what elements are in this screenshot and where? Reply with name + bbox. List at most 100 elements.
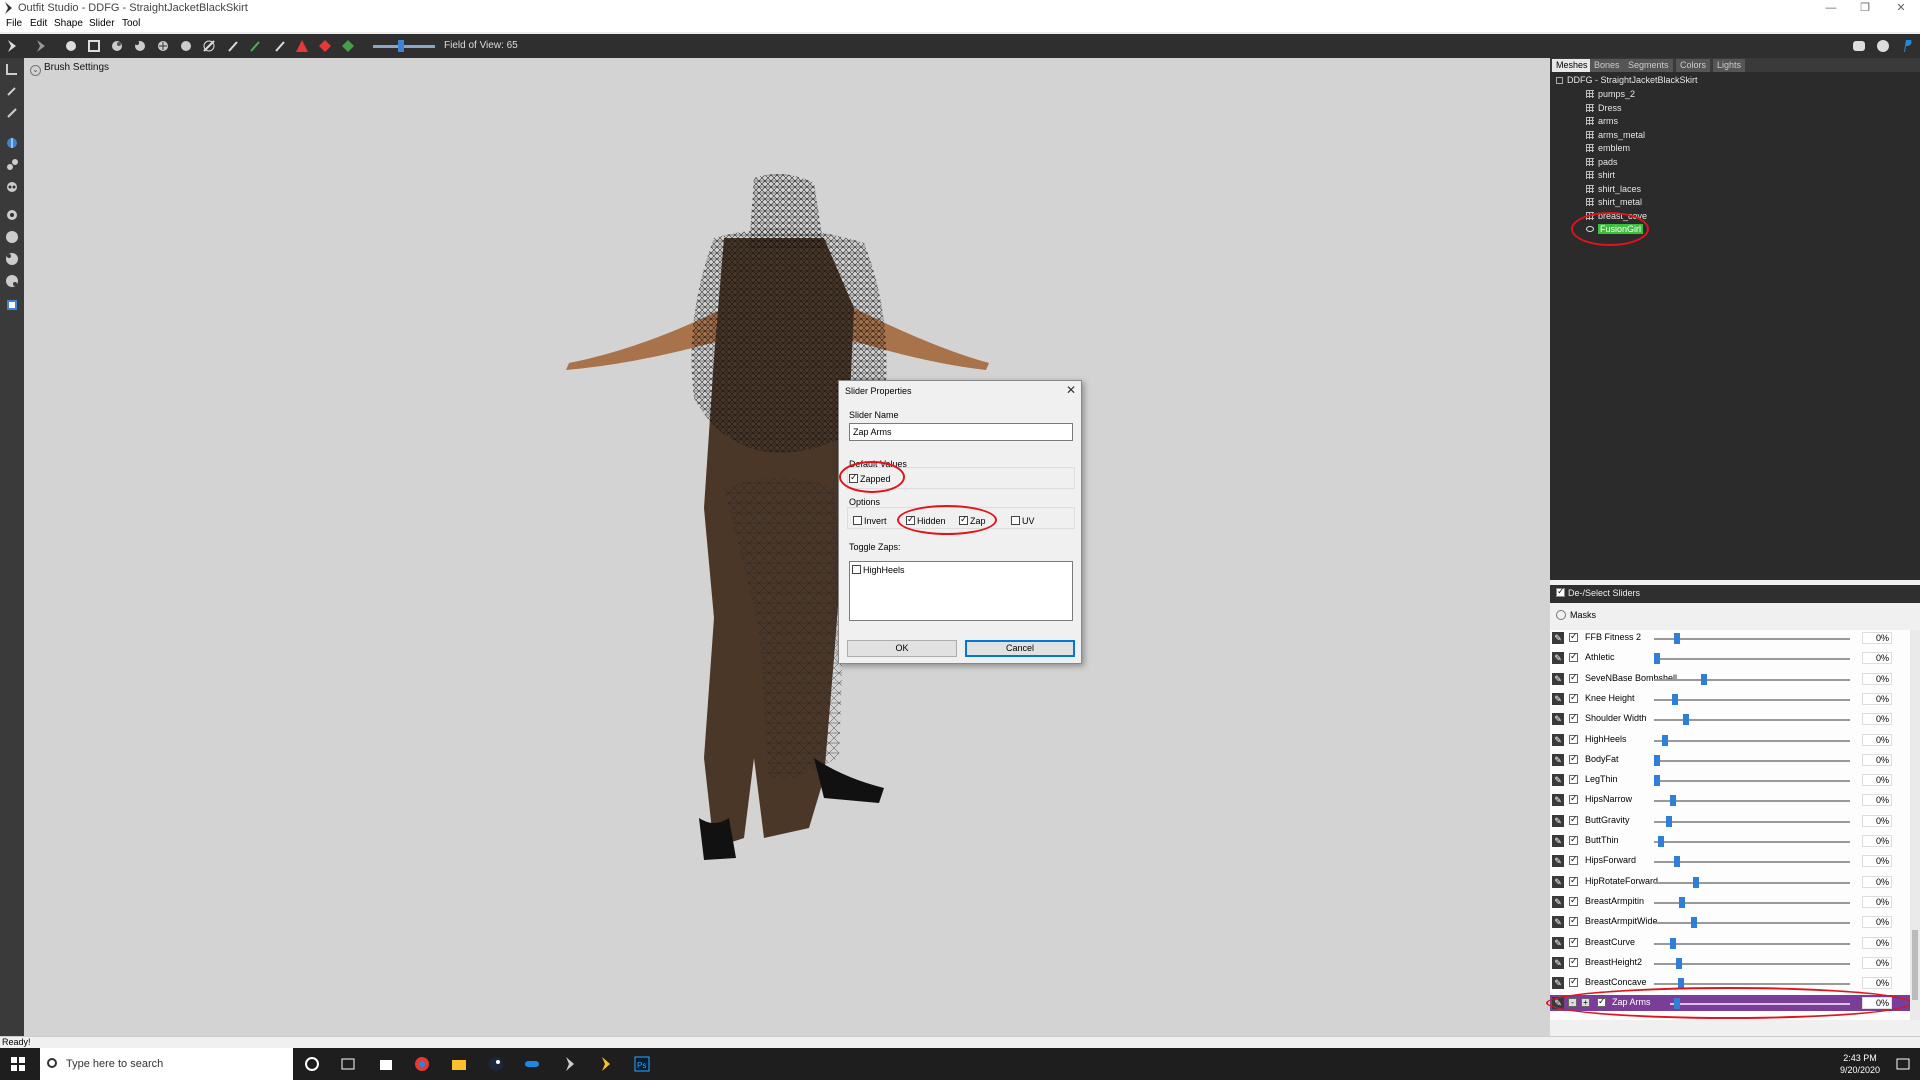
slider-row[interactable]: ✎ HipRotateForward 0% <box>1550 874 1910 890</box>
brush-size-small-icon[interactable] <box>5 208 19 222</box>
camera-tool-icon[interactable] <box>5 62 19 76</box>
tab-lights[interactable]: Lights <box>1713 59 1746 72</box>
3d-viewport[interactable]: ⌄ Brush Settings <box>24 58 1550 1036</box>
slider-track[interactable] <box>1654 780 1850 782</box>
brush-weight-icon[interactable] <box>202 39 216 53</box>
menu-edit[interactable]: Edit <box>30 18 47 29</box>
slider-thumb[interactable] <box>1701 674 1707 685</box>
slider-checkbox[interactable] <box>1569 814 1578 825</box>
edit-slider-icon[interactable]: ✎ <box>1552 855 1564 867</box>
tab-meshes[interactable]: Meshes <box>1552 59 1592 72</box>
slider-row[interactable]: ✎ Athletic 0% <box>1550 650 1910 666</box>
tab-colors[interactable]: Colors <box>1676 59 1711 72</box>
slider-value-field[interactable]: 0% <box>1862 794 1892 806</box>
slider-checkbox[interactable] <box>1569 672 1578 683</box>
slider-checkbox[interactable] <box>1569 712 1578 723</box>
slider-row[interactable]: ✎ BodyFat 0% <box>1550 752 1910 768</box>
transform-tool-icon[interactable] <box>34 39 48 53</box>
dialog-close-icon[interactable]: ✕ <box>1066 383 1076 397</box>
brush-size-medium-icon[interactable] <box>5 230 19 244</box>
slider-thumb[interactable] <box>1658 836 1664 847</box>
slider-checkbox[interactable] <box>1569 915 1578 926</box>
chrome-icon[interactable] <box>414 1056 430 1072</box>
slider-track[interactable] <box>1654 963 1850 965</box>
slider-row[interactable]: ✎ Shoulder Width 0% <box>1550 711 1910 727</box>
slider-thumb[interactable] <box>1654 653 1660 664</box>
mesh-item[interactable]: arms <box>1586 116 1618 128</box>
mesh-item[interactable]: pads <box>1586 157 1618 169</box>
ok-button[interactable]: OK <box>847 640 957 657</box>
brush-move-icon[interactable] <box>156 39 170 53</box>
paypal-icon[interactable] <box>1900 39 1914 53</box>
edit-slider-icon[interactable]: ✎ <box>1552 835 1564 847</box>
outfit-studio-active-icon[interactable] <box>598 1056 614 1072</box>
slider-track[interactable] <box>1654 658 1850 660</box>
tree-root[interactable]: DDFG - StraightJacketBlackSkirt <box>1556 75 1698 85</box>
cancel-button[interactable]: Cancel <box>965 640 1075 657</box>
slider-value-field[interactable]: 0% <box>1862 957 1892 969</box>
slider-row[interactable]: ✎ Knee Height 0% <box>1550 691 1910 707</box>
slider-name-field[interactable] <box>849 423 1073 441</box>
slider-checkbox[interactable] <box>1569 631 1578 642</box>
slider-checkbox[interactable] <box>1569 692 1578 703</box>
edit-slider-icon[interactable]: ✎ <box>1552 774 1564 786</box>
brush-falloff-icon[interactable] <box>5 274 19 288</box>
slider-row[interactable]: ✎ ButtThin 0% <box>1550 833 1910 849</box>
slider-track[interactable] <box>1654 679 1850 681</box>
mesh-item[interactable]: shirt_metal <box>1586 197 1642 209</box>
vertex-green-icon[interactable] <box>341 39 355 53</box>
slider-track[interactable] <box>1654 821 1850 823</box>
fov-slider-track[interactable] <box>373 45 435 48</box>
mesh-item[interactable]: pumps_2 <box>1586 89 1635 101</box>
edit-slider-icon[interactable]: ✎ <box>1552 652 1564 664</box>
edit-slider-icon[interactable]: ✎ <box>1552 896 1564 908</box>
slider-checkbox[interactable] <box>1569 651 1578 662</box>
discord-icon[interactable] <box>1852 39 1866 53</box>
slider-thumb[interactable] <box>1674 633 1680 644</box>
menu-file[interactable]: File <box>6 18 22 29</box>
brush-smooth-icon[interactable] <box>179 39 193 53</box>
edit-slider-icon[interactable]: ✎ <box>1552 734 1564 746</box>
slider-thumb[interactable] <box>1674 856 1680 867</box>
slider-value-field[interactable]: 0% <box>1862 835 1892 847</box>
edit-slider-icon[interactable]: ✎ <box>1552 673 1564 685</box>
minimize-button[interactable]: — <box>1816 0 1846 16</box>
mesh-item[interactable]: shirt <box>1586 170 1615 182</box>
wireframe-icon[interactable] <box>5 298 19 312</box>
invert-checkbox[interactable]: Invert <box>853 516 887 526</box>
slider-value-field[interactable]: 0% <box>1862 652 1892 664</box>
slider-thumb[interactable] <box>1654 775 1660 786</box>
close-window-button[interactable]: ✕ <box>1886 0 1916 16</box>
deselect-sliders-bar[interactable]: De-/Select Sliders <box>1550 585 1920 603</box>
slider-row[interactable]: ✎ LegThin 0% <box>1550 772 1910 788</box>
slider-row[interactable]: ✎ SeveNBase Bombshell 0% <box>1550 671 1910 687</box>
slider-value-field[interactable]: 0% <box>1862 916 1892 928</box>
slider-value-field[interactable]: 0% <box>1862 876 1892 888</box>
slider-checkbox[interactable] <box>1569 936 1578 947</box>
uv-checkbox[interactable]: UV <box>1011 516 1035 526</box>
xmirror-icon[interactable] <box>5 136 19 150</box>
slider-checkbox[interactable] <box>1569 854 1578 865</box>
edit-slider-icon[interactable]: ✎ <box>1552 977 1564 989</box>
slider-value-field[interactable]: 0% <box>1862 896 1892 908</box>
slider-track[interactable] <box>1654 638 1850 640</box>
brush-color-icon[interactable] <box>226 39 240 53</box>
slider-checkbox[interactable] <box>1569 834 1578 845</box>
github-icon[interactable] <box>1876 39 1890 53</box>
brush-inflate-icon[interactable] <box>110 39 124 53</box>
slider-track[interactable] <box>1654 882 1850 884</box>
slider-checkbox[interactable] <box>1569 895 1578 906</box>
explorer-icon[interactable] <box>451 1056 467 1072</box>
slider-thumb[interactable] <box>1670 795 1676 806</box>
slider-value-field[interactable]: 0% <box>1862 632 1892 644</box>
mesh-item[interactable]: Dress <box>1586 103 1622 115</box>
slider-row[interactable]: ✎ HipsForward 0% <box>1550 853 1910 869</box>
pin-tool-icon[interactable] <box>5 84 19 98</box>
cortana-icon[interactable] <box>304 1056 320 1072</box>
edit-slider-icon[interactable]: ✎ <box>1552 815 1564 827</box>
edit-slider-icon[interactable]: ✎ <box>1552 713 1564 725</box>
taskbar-search[interactable]: Type here to search <box>40 1048 293 1080</box>
global-brush-icon[interactable] <box>5 180 19 194</box>
slider-track[interactable] <box>1654 760 1850 762</box>
steam-icon[interactable] <box>488 1056 504 1072</box>
